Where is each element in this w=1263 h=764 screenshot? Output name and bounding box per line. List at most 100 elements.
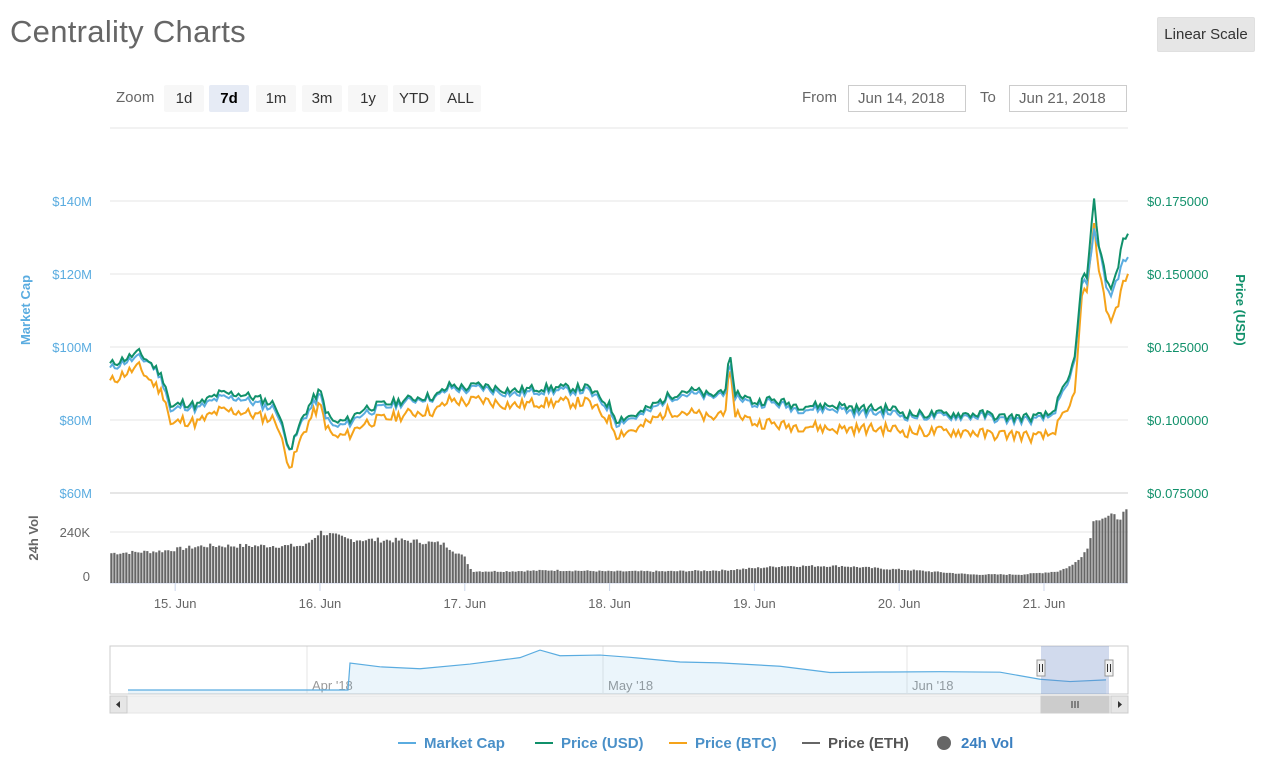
volume-bar [712,570,715,583]
volume-bar [262,545,266,583]
volume-bar [176,547,179,583]
volume-bar [834,565,838,583]
volume-bar [224,547,227,583]
volume-bar [541,570,544,583]
volume-bar [319,530,323,583]
volume-bar [280,546,284,583]
volume-bar [125,552,128,583]
volume-bar [873,567,876,583]
volume-bar [694,570,697,583]
right-axis-tick-label: $0.100000 [1147,413,1208,428]
volume-bar [265,547,269,583]
volume-bar [469,568,472,583]
volume-bar [206,547,209,583]
volume-bar [604,571,607,583]
volume-bar [727,570,730,583]
volume-bar [433,542,436,583]
volume-bar [245,544,248,583]
navigator-left-handle[interactable] [1036,659,1046,677]
volume-bar [894,569,897,583]
volume-bar [709,570,712,583]
volume-bar [592,571,595,583]
volume-bar [1065,568,1068,583]
volume-bar [586,570,589,583]
volume-bar [619,570,622,583]
volume-bar [340,535,344,583]
volume-bar [119,553,122,583]
volume-bar [637,571,640,583]
volume-bar [1119,519,1122,583]
volume-bar [316,535,320,583]
volume-bar [1020,574,1023,583]
volume-bar [801,565,805,583]
volume-bar [1116,519,1119,583]
volume-bar [1035,573,1038,583]
volume-bar [544,570,547,583]
volume-bar [990,574,993,583]
volume-bar [361,541,365,583]
volume-bar [843,566,847,583]
volume-bar [870,568,874,583]
volume-bar [718,571,721,583]
volume-bar [963,573,966,583]
legend-price-usd[interactable]: Price (USD) [535,731,644,755]
volume-bar [508,571,511,583]
volume-bar [236,547,239,583]
volume-bar [460,554,463,583]
volume-bar [532,570,535,583]
volume-bar [385,539,388,583]
volume-bar [257,546,260,583]
volume-bar [200,545,203,583]
legend-24h-vol-dot-icon [937,736,951,750]
volume-bar [209,543,212,583]
volume-bar [334,533,338,583]
volume-bar [951,573,954,583]
chart-legend: Market Cap Price (USD) Price (BTC) Price… [0,731,1263,755]
volume-bar [155,552,158,583]
volume-bar [682,570,685,583]
volume-bar [730,569,733,583]
price-chart[interactable]: $60M $80M $100M $120M $140M $0.075000 $0.10000… [0,0,1263,730]
volume-bar [1047,572,1050,583]
vol-axis-title: 24h Vol [26,515,41,560]
volume-bar [580,570,583,583]
volume-bar [185,548,188,583]
volume-bar [364,540,367,583]
volume-bar [891,568,894,583]
volume-bar [122,552,125,583]
volume-bar [128,553,131,583]
volume-bar [739,569,742,583]
volume-bar [846,566,850,583]
volume-bar [903,570,906,583]
volume-bar [304,543,308,583]
volume-bar [763,567,766,583]
legend-price-btc[interactable]: Price (BTC) [669,731,777,755]
volume-bar [993,574,996,583]
volume-bar [1074,562,1077,583]
volume-bar [239,543,242,583]
navigator-right-handle[interactable] [1104,659,1114,677]
x-axis-tick-label: 19. Jun [733,596,776,611]
volume-bar [143,550,146,583]
x-axis-tick-label: 18. Jun [588,596,631,611]
volume-bar [373,541,376,583]
x-axis-tick-label: 15. Jun [154,596,197,611]
volume-bar [1095,520,1098,583]
x-axis-tick-label: 16. Jun [299,596,342,611]
legend-24h-vol[interactable]: 24h Vol [937,731,1013,755]
volume-bar [430,541,433,583]
volume-bar [1059,570,1062,583]
volume-bar [658,571,661,583]
volume-bar [577,570,580,583]
legend-market-cap[interactable]: Market Cap [398,731,505,755]
volume-bar [490,571,493,583]
volume-bar [212,546,215,583]
volume-bar [116,554,119,583]
volume-bar [1101,518,1104,583]
volume-bar [867,566,871,583]
volume-bar [233,546,236,583]
volume-bar [751,568,754,583]
volume-bar [1008,574,1011,583]
volume-bar [1086,548,1089,583]
legend-price-eth[interactable]: Price (ETH) [802,731,909,755]
